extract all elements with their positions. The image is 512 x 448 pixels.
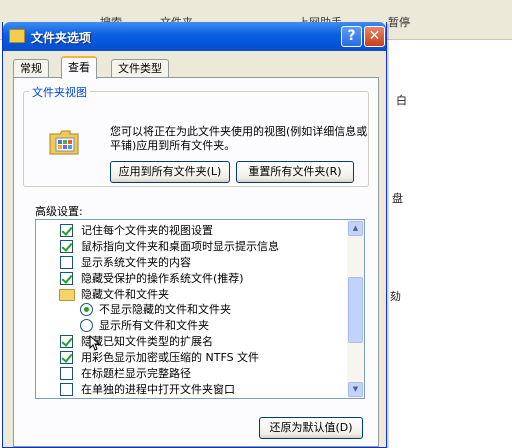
reset-all-folders-button[interactable]: 重置所有文件夹(R) <box>236 161 354 183</box>
checkbox-icon[interactable] <box>60 239 73 253</box>
background-text: 劾 <box>390 290 401 303</box>
radio-icon[interactable] <box>80 303 93 317</box>
settings-option-label: 鼠标指向文件夹和桌面项时显示提示信息 <box>81 239 279 253</box>
background-text: 盘 <box>392 192 403 205</box>
folder-icon <box>9 29 25 43</box>
settings-option-row[interactable]: 不显示隐藏的文件和文件夹 <box>36 302 348 318</box>
settings-option-row[interactable]: 记住每个文件夹的视图设置 <box>36 223 348 239</box>
tab-general[interactable]: 常规 <box>13 59 49 78</box>
background-window-content: 白 盘 劾 <box>388 40 512 448</box>
mouse-pointer-icon <box>89 335 101 351</box>
checkbox-icon[interactable] <box>60 255 73 269</box>
settings-option-label: 显示系统文件夹的内容 <box>81 255 191 269</box>
checkbox-icon[interactable] <box>60 382 73 396</box>
scrollbar-thumb[interactable] <box>348 277 363 343</box>
restore-defaults-button[interactable]: 还原为默认值(D) <box>259 417 363 439</box>
folder-view-icon <box>49 130 79 155</box>
folder-options-dialog: 文件夹选项 ? ✕ 常规 查看 文件类型 文件夹视图 您可以将正在为此文件夹使用… <box>2 22 387 448</box>
advanced-settings-label: 高级设置: <box>35 205 83 218</box>
close-button[interactable]: ✕ <box>364 26 385 47</box>
background-text: 白 <box>396 94 407 107</box>
advanced-settings-list[interactable]: 记住每个文件夹的视图设置鼠标指向文件夹和桌面项时显示提示信息 显示系统文件夹的内容… <box>35 219 365 399</box>
radio-icon[interactable] <box>80 319 93 333</box>
tab-view[interactable]: 查看 <box>61 56 97 79</box>
settings-option-row[interactable]: 隐藏受保护的操作系统文件(推荐) <box>36 271 348 287</box>
settings-option-row[interactable]: 在标题栏显示完整路径 <box>36 366 348 382</box>
folder-views-description: 您可以将正在为此文件夹使用的视图(例如详细信息或平铺)应用到所有文件夹。 <box>110 125 368 152</box>
settings-option-row[interactable]: 显示所有文件和文件夹 <box>36 318 348 334</box>
scroll-down-icon[interactable]: ▼ <box>348 382 363 397</box>
settings-option-row[interactable]: 用彩色显示加密或压缩的 NTFS 文件 <box>36 350 348 366</box>
vertical-scrollbar[interactable]: ▲ ▼ <box>347 220 364 398</box>
checkbox-icon[interactable] <box>60 224 73 237</box>
settings-option-row[interactable]: 在单独的进程中打开文件夹窗口 <box>36 382 348 398</box>
settings-option-row[interactable]: 显示系统文件夹的内容 <box>36 255 348 271</box>
scroll-up-icon[interactable]: ▲ <box>348 221 363 236</box>
settings-option-label: 显示所有文件和文件夹 <box>99 319 209 333</box>
settings-option-label: 不显示隐藏的文件和文件夹 <box>99 303 231 317</box>
folder-views-legend: 文件夹视图 <box>29 84 90 100</box>
help-button[interactable]: ? <box>341 26 362 47</box>
dialog-titlebar[interactable]: 文件夹选项 ? ✕ <box>3 22 386 51</box>
settings-group-row: 隐藏文件和文件夹 <box>36 287 348 303</box>
tab-file-types[interactable]: 文件类型 <box>111 59 169 78</box>
checkbox-icon[interactable] <box>60 367 73 381</box>
checkbox-icon[interactable] <box>60 351 73 365</box>
settings-option-label: 在标题栏显示完整路径 <box>81 367 191 381</box>
apply-to-all-folders-button[interactable]: 应用到所有文件夹(L) <box>110 161 230 183</box>
folder-icon <box>59 288 75 301</box>
advanced-settings-items: 记住每个文件夹的视图设置鼠标指向文件夹和桌面项时显示提示信息 显示系统文件夹的内容… <box>36 223 348 398</box>
checkbox-icon[interactable] <box>60 335 73 349</box>
settings-option-label: 用彩色显示加密或压缩的 NTFS 文件 <box>81 351 260 365</box>
checkbox-icon[interactable] <box>60 271 73 285</box>
settings-option-label: 记住每个文件夹的视图设置 <box>81 224 213 237</box>
settings-option-label: 隐藏受保护的操作系统文件(推荐) <box>81 271 244 285</box>
dialog-title: 文件夹选项 <box>31 31 92 45</box>
settings-option-label: 隐藏文件和文件夹 <box>81 287 169 301</box>
settings-option-row[interactable]: 鼠标指向文件夹和桌面项时显示提示信息 <box>36 239 348 255</box>
pause-toolbar-button[interactable]: 暂停 <box>388 14 410 30</box>
settings-option-row[interactable]: 隐藏已知文件类型的扩展名 <box>36 334 348 350</box>
settings-option-label: 在单独的进程中打开文件夹窗口 <box>81 382 235 396</box>
